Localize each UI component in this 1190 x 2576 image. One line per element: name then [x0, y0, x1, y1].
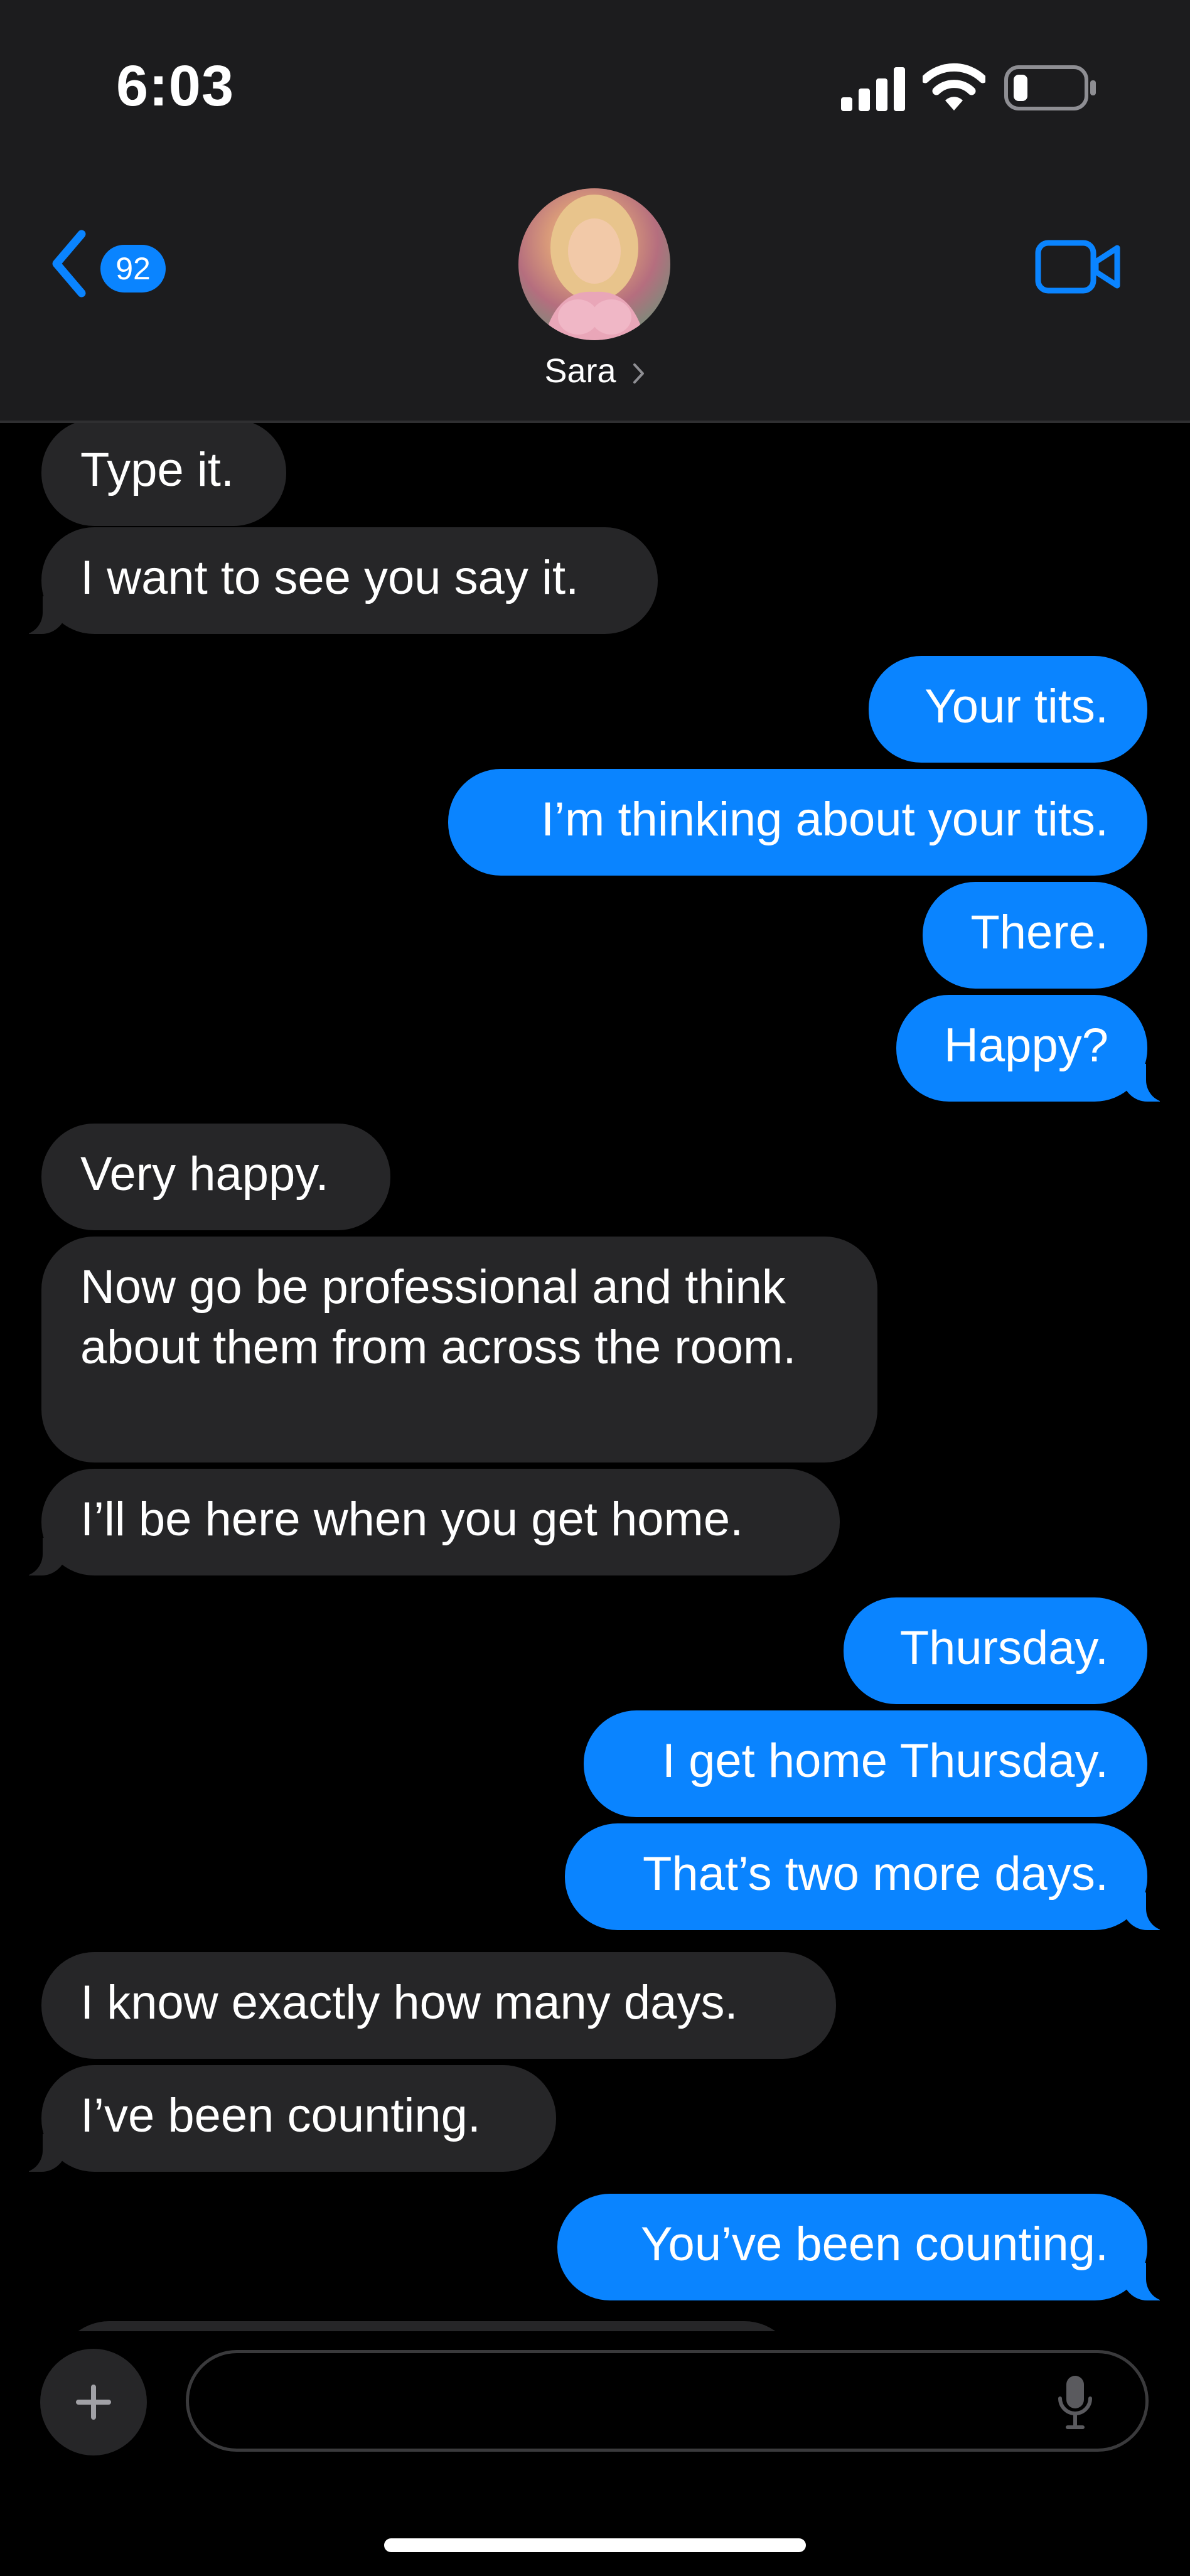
avatar-photo: [544, 195, 645, 340]
message-input[interactable]: [186, 2350, 1149, 2452]
microphone-icon[interactable]: [1055, 2375, 1095, 2431]
outgoing-message[interactable]: I get home Thursday.: [584, 1710, 1147, 1817]
wifi-icon: [923, 63, 985, 110]
incoming-message[interactable]: I’ve been counting.: [13, 2065, 556, 2173]
plus-icon: [76, 2385, 111, 2420]
contact-name: Sara: [544, 352, 616, 390]
incoming-message[interactable]: I want to see you say it.: [13, 527, 658, 635]
outgoing-message[interactable]: I’m thinking about your tits.: [448, 769, 1147, 876]
outgoing-message[interactable]: Thursday.: [844, 1597, 1147, 1704]
cellular-signal-icon: [841, 67, 905, 111]
status-time: 6:03: [116, 54, 235, 118]
incoming-message[interactable]: Now go be professional and think about t…: [41, 1237, 877, 1462]
home-indicator[interactable]: [384, 2538, 806, 2552]
outgoing-message[interactable]: That’s two more days.: [565, 1823, 1176, 1931]
battery-low-icon: [1004, 65, 1096, 110]
incoming-message-partial[interactable]: [56, 2321, 797, 2331]
outgoing-message[interactable]: Happy?: [896, 995, 1176, 1103]
incoming-message[interactable]: I’ll be here when you get home.: [13, 1469, 840, 1577]
outgoing-message[interactable]: There.: [923, 882, 1147, 989]
facetime-video-button[interactable]: [1034, 235, 1122, 298]
message-list[interactable]: Type it. I want to see you say it. Your …: [0, 423, 1190, 2331]
status-bar: 6:03: [0, 0, 1190, 163]
unread-count-badge[interactable]: 92: [100, 245, 166, 292]
chevron-right-icon: [633, 363, 644, 384]
incoming-message[interactable]: Very happy.: [41, 1124, 390, 1230]
contact-avatar[interactable]: [518, 188, 670, 340]
add-attachment-button[interactable]: [40, 2349, 147, 2455]
incoming-message[interactable]: I know exactly how many days.: [41, 1952, 836, 2059]
outgoing-message[interactable]: You’ve been counting.: [557, 2194, 1176, 2302]
contact-name-button[interactable]: Sara: [0, 352, 1190, 390]
chevron-left-icon: [52, 230, 86, 298]
outgoing-message[interactable]: Your tits.: [869, 656, 1147, 763]
video-camera-icon: [1035, 240, 1120, 294]
incoming-message[interactable]: Type it.: [41, 423, 286, 526]
